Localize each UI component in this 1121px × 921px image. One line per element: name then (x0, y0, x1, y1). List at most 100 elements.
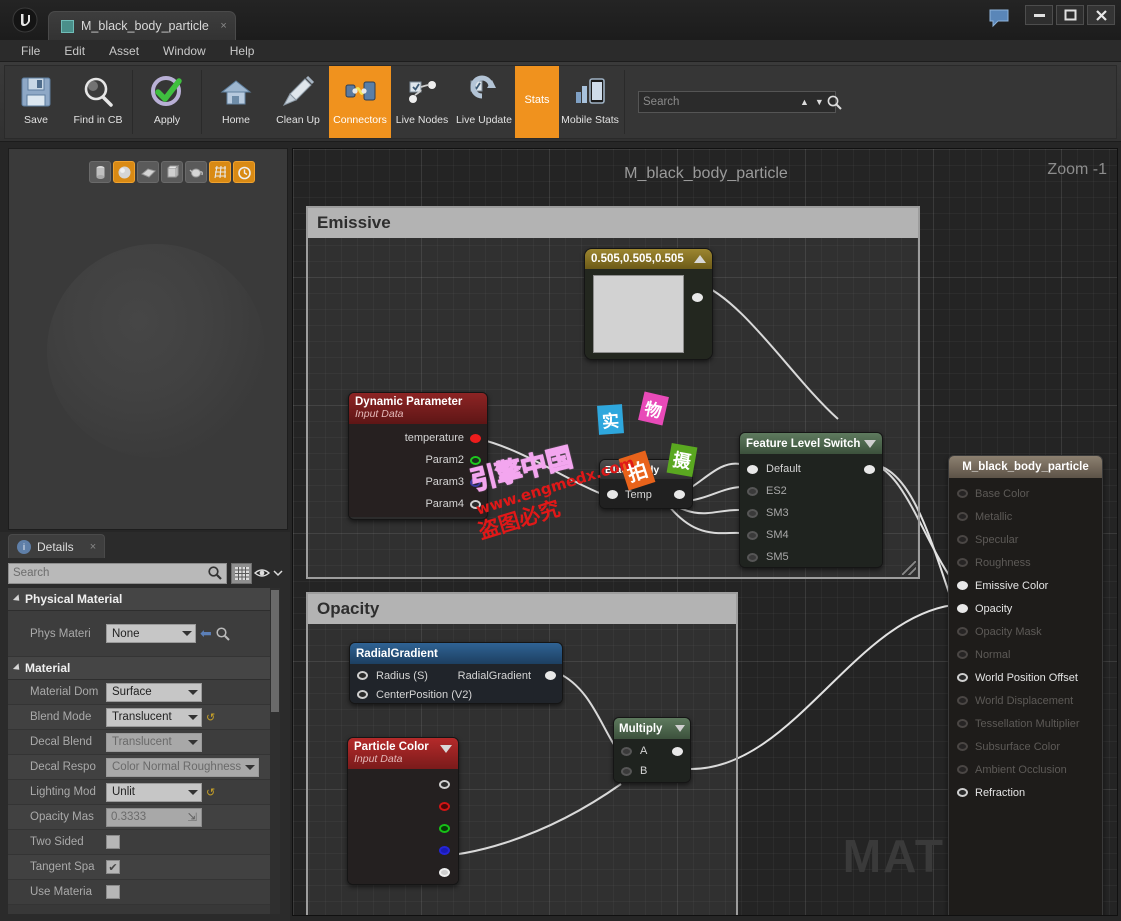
pin-row-param3[interactable]: Param3 (349, 471, 487, 493)
input-pin[interactable] (957, 765, 968, 774)
menu-help[interactable]: Help (219, 42, 266, 60)
input-pin-es2[interactable] (747, 487, 758, 496)
input-pin-default[interactable] (747, 465, 758, 474)
details-scrollbar[interactable] (270, 588, 280, 914)
minimize-button[interactable] (1025, 5, 1053, 25)
toolbar-mobile-stats-button[interactable]: Mobile Stats (559, 66, 621, 138)
viewport-cylinder-button[interactable] (89, 161, 111, 183)
pin-row-specular[interactable]: Specular (949, 528, 1102, 551)
toolbar-live-nodes-button[interactable]: Live Nodes (391, 66, 453, 138)
output-pin-g[interactable] (439, 824, 450, 833)
chevron-down-icon[interactable] (440, 745, 452, 753)
viewport-grid-button[interactable] (209, 161, 231, 183)
node-material-output[interactable]: M_black_body_particle Base Color Metalli… (948, 455, 1103, 916)
pin-row-ambient-occlusion[interactable]: Ambient Occlusion (949, 758, 1102, 781)
details-grid-view-button[interactable] (231, 563, 252, 584)
pin-row-param2[interactable]: Param2 (349, 449, 487, 471)
chevron-down-icon[interactable] (675, 725, 685, 732)
input-pin[interactable] (957, 627, 968, 636)
pin-row-temp[interactable]: Temp (600, 479, 692, 509)
output-pin-param2[interactable] (470, 456, 481, 465)
toolbar-stats-button[interactable]: Stats (515, 66, 559, 138)
search-prev-icon[interactable]: ▲ (797, 97, 812, 107)
pin-row-rgba[interactable] (348, 773, 458, 795)
input-pin[interactable] (957, 581, 968, 590)
menu-edit[interactable]: Edit (53, 42, 96, 60)
node-dynamic-parameter[interactable]: Dynamic Parameter Input Data temperature… (348, 392, 488, 520)
pin-row-default[interactable]: Default (740, 458, 882, 480)
input-pin[interactable] (957, 650, 968, 659)
viewport-sphere-button[interactable] (113, 161, 135, 183)
document-tab-close-icon[interactable]: × (220, 20, 226, 32)
lighting-model-combo[interactable]: Unlit (106, 783, 202, 802)
node-black-body[interactable]: BlackBody Temp (599, 459, 693, 509)
pin-row-roughness[interactable]: Roughness (949, 551, 1102, 574)
chevron-down-icon[interactable] (864, 440, 876, 448)
input-pin-radius[interactable] (357, 671, 368, 680)
node-feature-level-switch[interactable]: Feature Level Switch Default ES2 SM3 (739, 432, 883, 568)
input-pin[interactable] (957, 719, 968, 728)
section-material[interactable]: Material (8, 657, 280, 680)
pin-row-refraction[interactable]: Refraction (949, 781, 1102, 804)
toolbar-home-button[interactable]: Home (205, 66, 267, 138)
pin-row-b[interactable] (348, 839, 458, 861)
pin-row-normal[interactable]: Normal (949, 643, 1102, 666)
pin-row-a[interactable]: A (614, 741, 690, 761)
pin-row-temperature[interactable]: temperature (349, 427, 487, 449)
input-pin[interactable] (957, 489, 968, 498)
node-particle-color[interactable]: Particle Color Input Data (347, 737, 459, 885)
menu-file[interactable]: File (10, 42, 51, 60)
viewport-cube-button[interactable] (161, 161, 183, 183)
menu-window[interactable]: Window (152, 42, 217, 60)
menu-asset[interactable]: Asset (98, 42, 150, 60)
input-pin-temp[interactable] (607, 490, 618, 499)
viewport-plane-button[interactable] (137, 161, 159, 183)
document-tab[interactable]: M_black_body_particle × (48, 11, 236, 40)
input-pin-sm3[interactable] (747, 509, 758, 518)
pin-row-subsurface-color[interactable]: Subsurface Color (949, 735, 1102, 758)
output-pin[interactable] (692, 293, 703, 302)
output-pin-b[interactable] (439, 846, 450, 855)
pin-row-r[interactable] (348, 795, 458, 817)
output-pin-r[interactable] (439, 802, 450, 811)
pin-row-emissive-color[interactable]: Emissive Color (949, 574, 1102, 597)
input-pin[interactable] (957, 512, 968, 521)
material-domain-combo[interactable]: Surface (106, 683, 202, 702)
pin-row-center-position[interactable]: CenterPosition (V2) (350, 685, 562, 704)
details-search[interactable] (8, 563, 227, 584)
output-pin[interactable] (864, 465, 875, 474)
use-material-attributes-checkbox[interactable] (106, 885, 120, 899)
pin-row-metallic[interactable]: Metallic (949, 505, 1102, 528)
details-search-icon[interactable] (208, 566, 222, 580)
viewport-realtime-button[interactable] (233, 161, 255, 183)
input-pin[interactable] (957, 535, 968, 544)
pin-row-es2[interactable]: ES2 (740, 480, 882, 502)
material-preview-viewport[interactable]: Z X Y (8, 148, 288, 530)
input-pin-a[interactable] (621, 747, 632, 756)
toolbar-clean-up-button[interactable]: Clean Up (267, 66, 329, 138)
output-pin-temperature[interactable] (470, 434, 481, 443)
input-pin[interactable] (957, 673, 968, 682)
pin-row-g[interactable] (348, 817, 458, 839)
pin-row-sm3[interactable]: SM3 (740, 502, 882, 524)
input-pin[interactable] (957, 788, 968, 797)
toolbar-save-button[interactable]: Save (5, 66, 67, 138)
input-pin-b[interactable] (621, 767, 632, 776)
details-tab[interactable]: i Details × (8, 534, 105, 558)
maximize-button[interactable] (1056, 5, 1084, 25)
material-graph-editor[interactable]: M_black_body_particle Zoom -1 MATERIAL E… (292, 148, 1118, 916)
feedback-icon[interactable] (988, 8, 1010, 28)
input-pin-center-position[interactable] (357, 690, 368, 699)
pin-row-sm4[interactable]: SM4 (740, 524, 882, 546)
node-radial-gradient[interactable]: RadialGradient Radius (S) RadialGradient… (349, 642, 563, 704)
input-pin[interactable] (957, 558, 968, 567)
details-scrollbar-thumb[interactable] (271, 590, 279, 712)
search-next-icon[interactable]: ▼ (812, 97, 827, 107)
pin-row-tessellation-multiplier[interactable]: Tessellation Multiplier (949, 712, 1102, 735)
input-pin[interactable] (957, 742, 968, 751)
output-pin-param4[interactable] (470, 500, 481, 509)
resize-grip-icon[interactable] (902, 561, 916, 575)
close-button[interactable] (1087, 5, 1115, 25)
section-physical-material[interactable]: Physical Material (8, 588, 280, 611)
input-pin[interactable] (957, 696, 968, 705)
